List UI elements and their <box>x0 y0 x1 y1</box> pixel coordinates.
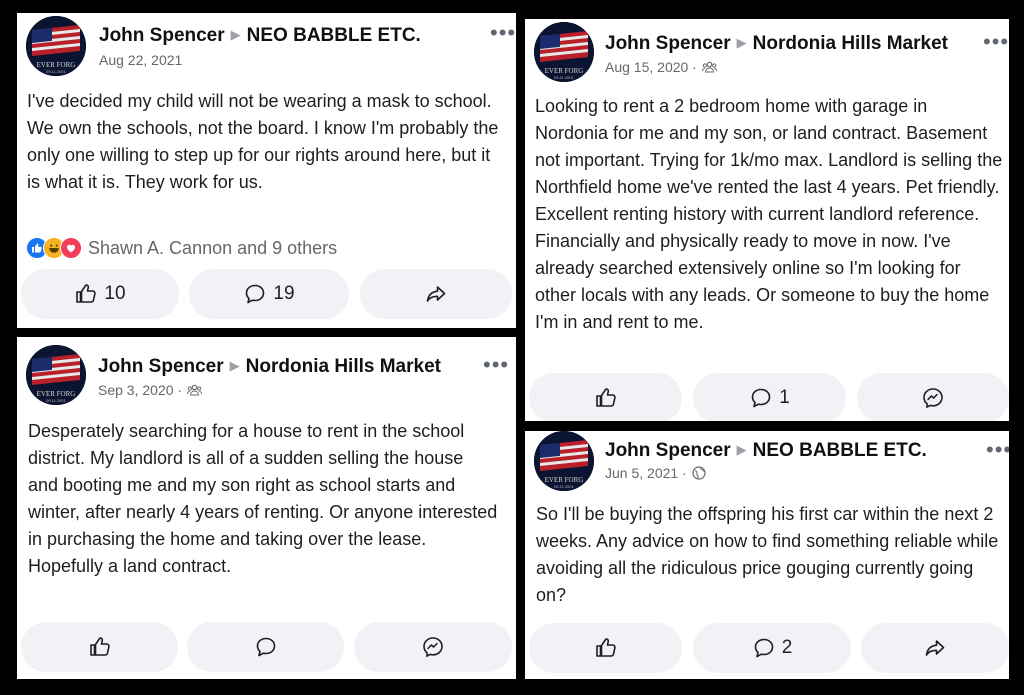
author-name[interactable]: John Spencer <box>99 25 225 46</box>
post-date[interactable]: Jun 5, 2021 · <box>605 465 687 481</box>
like-button[interactable] <box>529 373 682 421</box>
avatar[interactable]: EVER FORG 09.11.2001 <box>26 345 86 405</box>
avatar-date: 09.11.2001 <box>46 69 66 74</box>
comment-count: 2 <box>781 637 793 658</box>
post-card-3: EVER FORG 09.11.2001 John Spencer ▶ Nordon… <box>17 337 516 679</box>
group-name[interactable]: Nordonia Hills Market <box>246 356 441 377</box>
avatar-caption: EVER FORG <box>37 390 76 398</box>
post-meta: Aug 22, 2021 <box>99 52 182 68</box>
comment-button[interactable]: 19 <box>189 269 349 319</box>
more-options-icon[interactable]: ••• <box>483 354 509 376</box>
comment-button[interactable]: 2 <box>693 623 851 673</box>
like-button[interactable]: 10 <box>21 269 179 319</box>
like-icon <box>76 284 97 303</box>
avatar-date: 09.11.2001 <box>46 398 66 403</box>
like-icon <box>595 388 616 407</box>
comment-button[interactable]: 1 <box>693 373 846 421</box>
post-text: So I'll be buying the offspring his firs… <box>536 504 999 605</box>
comment-button[interactable] <box>187 622 344 672</box>
like-button[interactable] <box>529 623 682 673</box>
author-name[interactable]: John Spencer <box>98 356 224 377</box>
share-icon <box>925 640 945 656</box>
avatar-caption: EVER FORG <box>545 476 584 484</box>
avatar[interactable]: EVER FORG 09.11.2001 <box>26 16 86 76</box>
comment-icon <box>754 638 774 658</box>
comment-count: 19 <box>273 283 295 304</box>
like-button[interactable] <box>21 622 178 672</box>
flag-avatar-image: EVER FORG 09.11.2001 <box>534 431 594 491</box>
avatar-date: 09.11.2001 <box>554 484 574 489</box>
post-header: John Spencer ▶ Nordonia Hills Market <box>605 33 948 55</box>
group-members-icon <box>701 61 717 73</box>
share-icon <box>426 286 446 302</box>
post-date[interactable]: Aug 22, 2021 <box>99 52 182 68</box>
post-text: Looking to rent a 2 bedroom home with ga… <box>535 96 1003 332</box>
author-name[interactable]: John Spencer <box>605 33 731 54</box>
post-date[interactable]: Sep 3, 2020 · <box>98 382 182 398</box>
post-meta: Aug 15, 2020 · <box>605 59 717 75</box>
avatar[interactable]: EVER FORG 09.11.2001 <box>534 431 594 491</box>
messenger-icon <box>923 388 943 409</box>
arrow-right-icon: ▶ <box>230 27 241 42</box>
like-count: 10 <box>104 283 126 304</box>
avatar-caption: EVER FORG <box>37 61 76 69</box>
group-name[interactable]: NEO BABBLE ETC. <box>247 25 421 46</box>
like-icon <box>89 637 110 656</box>
reactions-text: Shawn A. Cannon and 9 others <box>88 237 338 258</box>
post-card-1: EVER FORG 09.11.2001 John Spencer ▶ NEO BA… <box>17 13 516 328</box>
share-button[interactable] <box>861 623 1009 673</box>
avatar[interactable]: EVER FORG 09.11.2001 <box>534 22 594 82</box>
comment-icon <box>751 388 771 408</box>
messenger-button[interactable] <box>857 373 1009 421</box>
globe-icon <box>692 466 706 480</box>
post-date[interactable]: Aug 15, 2020 · <box>605 59 697 75</box>
author-name[interactable]: John Spencer <box>605 440 731 461</box>
avatar-date: 09.11.2001 <box>554 75 574 80</box>
flag-avatar-image: EVER FORG 09.11.2001 <box>26 345 86 405</box>
group-name[interactable]: NEO BABBLE ETC. <box>753 440 927 461</box>
more-options-icon[interactable]: ••• <box>986 439 1009 461</box>
arrow-right-icon: ▶ <box>736 442 747 457</box>
post-text: I've decided my child will not be wearin… <box>27 91 499 192</box>
flag-avatar-image: EVER FORG 09.11.2001 <box>534 22 594 82</box>
post-card-4: EVER FORG 09.11.2001 John Spencer ▶ NEO BA… <box>525 431 1009 679</box>
arrow-right-icon: ▶ <box>736 35 747 50</box>
comment-count: 1 <box>779 387 790 408</box>
post-header: John Spencer ▶ NEO BABBLE ETC. <box>605 440 927 462</box>
group-name[interactable]: Nordonia Hills Market <box>753 33 948 54</box>
post-card-2: EVER FORG 09.11.2001 John Spencer ▶ Nordon… <box>525 19 1009 421</box>
like-icon <box>595 638 616 657</box>
avatar-caption: EVER FORG <box>545 67 584 75</box>
comment-icon <box>256 637 275 657</box>
more-options-icon[interactable]: ••• <box>983 31 1009 53</box>
share-button[interactable] <box>360 269 512 319</box>
post-meta: Jun 5, 2021 · <box>605 465 706 481</box>
comment-icon <box>246 284 265 304</box>
arrow-right-icon: ▶ <box>229 358 240 373</box>
messenger-button[interactable] <box>354 622 512 672</box>
group-members-icon <box>187 384 203 396</box>
reactions-summary[interactable]: Shawn A. Cannon and 9 others <box>26 237 337 259</box>
post-header: John Spencer ▶ NEO BABBLE ETC. <box>99 25 421 47</box>
post-text: Desperately searching for a house to ren… <box>28 421 498 576</box>
post-header: John Spencer ▶ Nordonia Hills Market <box>98 356 441 378</box>
post-meta: Sep 3, 2020 · <box>98 382 203 398</box>
love-icon <box>60 237 82 259</box>
more-options-icon[interactable]: ••• <box>490 22 516 44</box>
messenger-icon <box>423 637 443 658</box>
flag-avatar-image: EVER FORG 09.11.2001 <box>26 16 86 76</box>
